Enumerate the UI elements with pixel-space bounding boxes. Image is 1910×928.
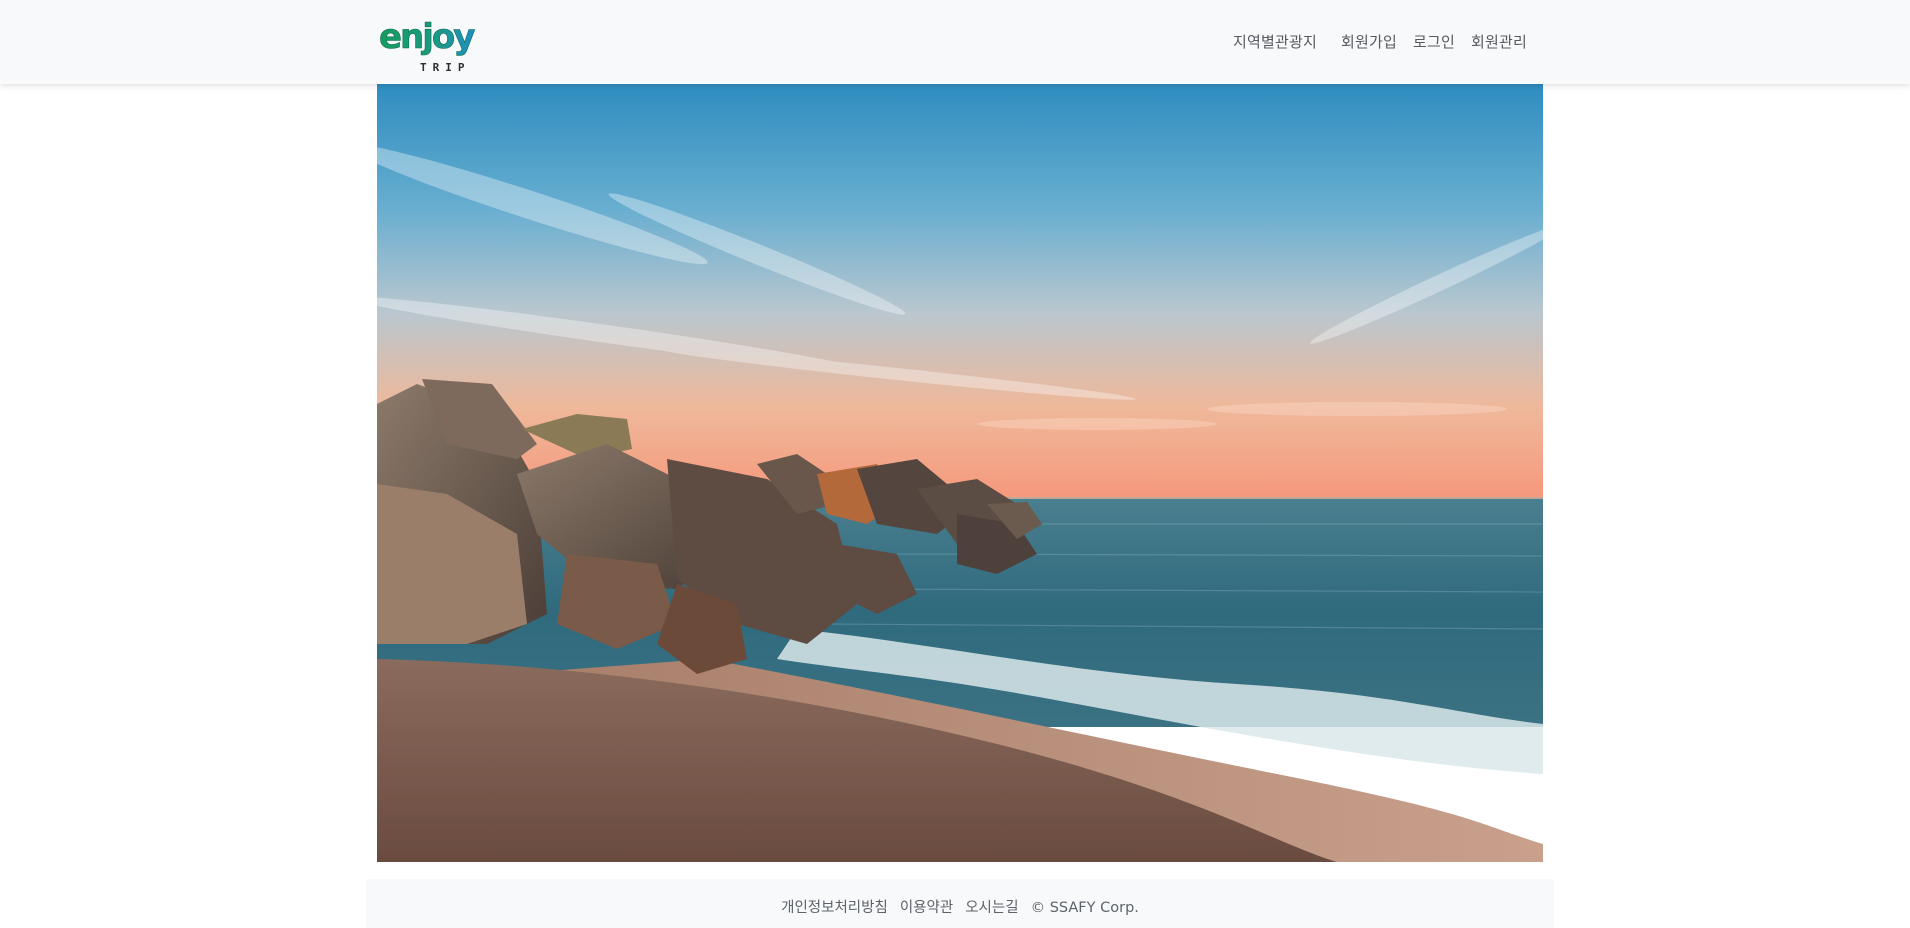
- hero-image: [377, 84, 1543, 862]
- main-nav: 지역별관광지 회원가입 로그인 회원관리: [0, 0, 1910, 84]
- footer-link-directions[interactable]: 오시는길: [965, 900, 1018, 916]
- footer-links: 개인정보처리방침 이용약관 오시는길 © SSAFY Corp.: [366, 896, 1554, 917]
- navbar: enjoy TRIP 지역별관광지 회원가입 로그인 회원관리: [0, 0, 1910, 84]
- sunset-beach-image: [377, 84, 1543, 862]
- nav-item-regional-attractions[interactable]: 지역별관광지: [1233, 31, 1317, 52]
- footer-link-privacy-policy[interactable]: 개인정보처리방침: [781, 900, 888, 916]
- footer-link-terms[interactable]: 이용약관: [900, 900, 953, 916]
- nav-item-signup[interactable]: 회원가입: [1341, 31, 1397, 52]
- nav-item-member-management[interactable]: 회원관리: [1471, 31, 1527, 52]
- footer: 개인정보처리방침 이용약관 오시는길 © SSAFY Corp.: [366, 879, 1554, 928]
- nav-item-login[interactable]: 로그인: [1413, 31, 1455, 52]
- footer-copyright: © SSAFY Corp.: [1030, 900, 1139, 916]
